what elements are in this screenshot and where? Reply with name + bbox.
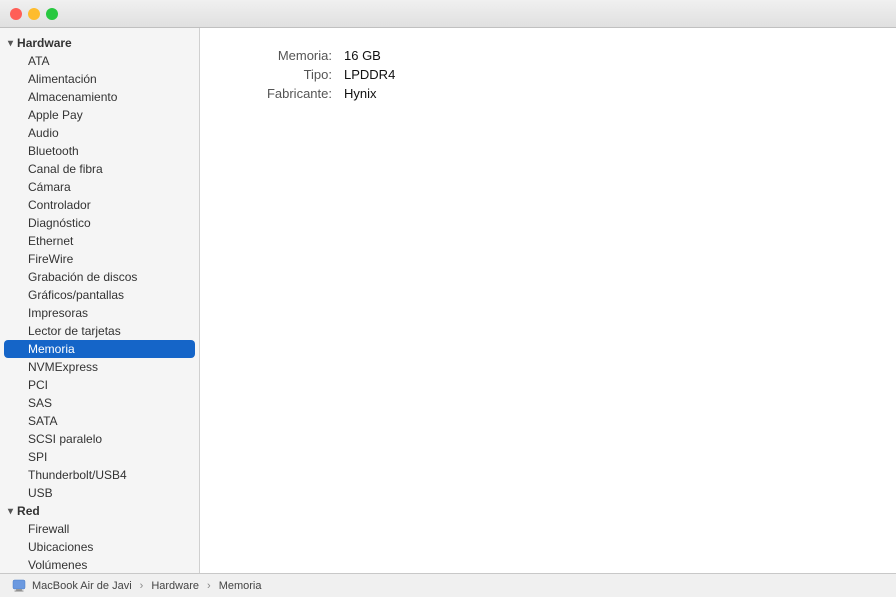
sidebar-section-red[interactable]: ▾Red (0, 502, 199, 520)
sidebar-item-pci[interactable]: PCI (4, 376, 195, 394)
sidebar-item-apple-pay[interactable]: Apple Pay (4, 106, 195, 124)
detail-label: Fabricante: (224, 86, 344, 101)
sidebar-item-ubicaciones[interactable]: Ubicaciones (4, 538, 195, 556)
sidebar-item-firewall[interactable]: Firewall (4, 520, 195, 538)
sidebar-item-alimentaci-n[interactable]: Alimentación (4, 70, 195, 88)
maximize-button[interactable] (46, 8, 58, 20)
minimize-button[interactable] (28, 8, 40, 20)
sidebar-item-thunderbolt-usb4[interactable]: Thunderbolt/USB4 (4, 466, 195, 484)
sidebar-item-bluetooth[interactable]: Bluetooth (4, 142, 195, 160)
detail-label: Tipo: (224, 67, 344, 82)
sidebar-item-impresoras[interactable]: Impresoras (4, 304, 195, 322)
sidebar-item-c-mara[interactable]: Cámara (4, 178, 195, 196)
chevron-down-icon: ▾ (8, 38, 13, 49)
detail-label: Memoria: (224, 48, 344, 63)
breadcrumb-sep-2: › (207, 580, 211, 592)
sidebar-item-diagn-stico[interactable]: Diagnóstico (4, 214, 195, 232)
sidebar-item-usb[interactable]: USB (4, 484, 195, 502)
close-button[interactable] (10, 8, 22, 20)
detail-value: LPDDR4 (344, 67, 395, 82)
breadcrumb-part-3: Memoria (219, 580, 262, 592)
sidebar-item-almacenamiento[interactable]: Almacenamiento (4, 88, 195, 106)
titlebar (0, 0, 896, 28)
statusbar: MacBook Air de Javi › Hardware › Memoria (0, 573, 896, 597)
main-content: ▾HardwareATAAlimentaciónAlmacenamientoAp… (0, 28, 896, 573)
chevron-down-icon: ▾ (8, 506, 13, 517)
sidebar-item-gr-ficos-pantallas[interactable]: Gráficos/pantallas (4, 286, 195, 304)
sidebar-item-scsi-paralelo[interactable]: SCSI paralelo (4, 430, 195, 448)
sidebar-item-memoria[interactable]: Memoria (4, 340, 195, 358)
sidebar-section-hardware[interactable]: ▾Hardware (0, 34, 199, 52)
detail-value: Hynix (344, 86, 377, 101)
breadcrumb-sep-1: › (140, 580, 144, 592)
sidebar-item-spi[interactable]: SPI (4, 448, 195, 466)
sidebar-item-controlador[interactable]: Controlador (4, 196, 195, 214)
sidebar-item-canal-de-fibra[interactable]: Canal de fibra (4, 160, 195, 178)
sidebar-item-ata[interactable]: ATA (4, 52, 195, 70)
sidebar-item-nvmexpress[interactable]: NVMExpress (4, 358, 195, 376)
sidebar-item-sata[interactable]: SATA (4, 412, 195, 430)
window-controls (10, 8, 58, 20)
sidebar-item-lector-de-tarjetas[interactable]: Lector de tarjetas (4, 322, 195, 340)
detail-value: 16 GB (344, 48, 381, 63)
sidebar-item-vol-menes[interactable]: Volúmenes (4, 556, 195, 573)
detail-row: Memoria:16 GB (224, 48, 872, 63)
sidebar-item-ethernet[interactable]: Ethernet (4, 232, 195, 250)
detail-row: Tipo:LPDDR4 (224, 67, 872, 82)
detail-row: Fabricante:Hynix (224, 86, 872, 101)
breadcrumb-part-2: Hardware (151, 580, 199, 592)
computer-icon (12, 579, 26, 593)
sidebar-item-sas[interactable]: SAS (4, 394, 195, 412)
breadcrumb-part-1: MacBook Air de Javi (32, 580, 132, 592)
sidebar: ▾HardwareATAAlimentaciónAlmacenamientoAp… (0, 28, 200, 573)
sidebar-item-firewire[interactable]: FireWire (4, 250, 195, 268)
sidebar-item-audio[interactable]: Audio (4, 124, 195, 142)
sidebar-item-grabaci-n-de-discos[interactable]: Grabación de discos (4, 268, 195, 286)
detail-panel: Memoria:16 GBTipo:LPDDR4Fabricante:Hynix (200, 28, 896, 573)
